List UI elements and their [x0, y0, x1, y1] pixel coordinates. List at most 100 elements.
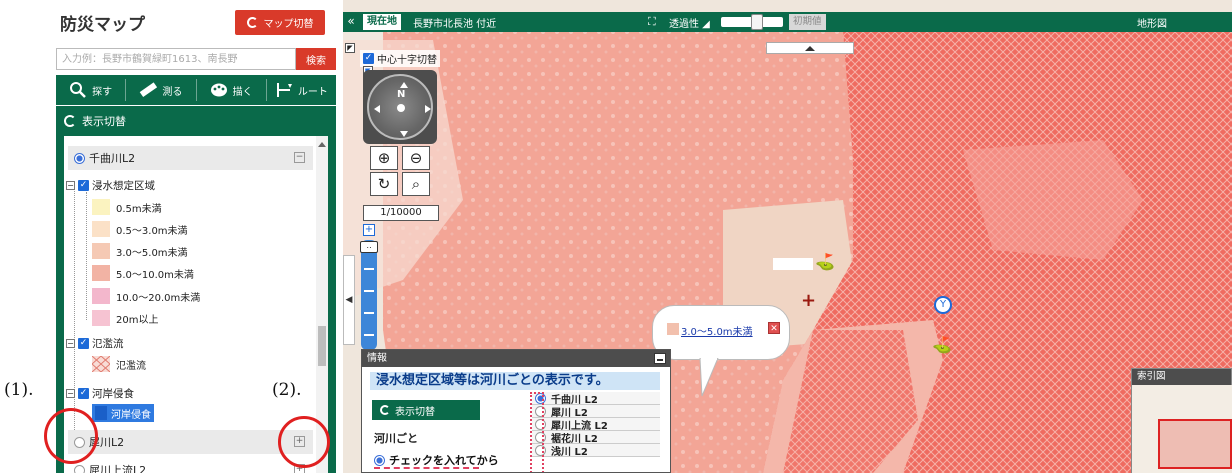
- facility-icon[interactable]: Y: [934, 296, 952, 314]
- compass-north-label: N: [397, 89, 406, 100]
- tree-collapse-icon[interactable]: −: [66, 181, 75, 190]
- app-title: 防災マップ: [60, 15, 145, 35]
- zoom-out-icon[interactable]: ⊖: [402, 146, 430, 170]
- legend-swatch-hatch: [92, 356, 110, 372]
- park-icon[interactable]: ⛳: [932, 335, 952, 354]
- checkbox-checked-icon[interactable]: ✓: [78, 338, 89, 349]
- current-location-text: 長野市北長池 付近: [413, 19, 497, 30]
- pan-left-icon[interactable]: [374, 105, 380, 113]
- center-cross-toggle[interactable]: ✓ 中心十字切替: [360, 50, 440, 67]
- search-input[interactable]: [56, 48, 296, 70]
- dashed-underline: [374, 467, 479, 469]
- legend-erosion-chip: 河岸侵食: [92, 404, 154, 422]
- info-list-highlight: [530, 392, 544, 472]
- popup-depth-link[interactable]: 3.0～5.0m未満: [681, 323, 753, 338]
- display-toggle-header[interactable]: 表示切替: [56, 106, 336, 136]
- transparency-label-text: 透過性: [669, 19, 699, 30]
- zoom-plus-icon[interactable]: +: [363, 224, 375, 236]
- side-collapse-tab[interactable]: ◀: [343, 255, 355, 345]
- current-location-button[interactable]: 現在地: [363, 14, 401, 30]
- layer-group-saigawa-upper[interactable]: 犀川上流L2 +: [68, 458, 313, 473]
- tool-draw-button[interactable]: 描く: [197, 79, 267, 101]
- annotation-circle-1: [44, 408, 98, 464]
- tool-draw-label: 描く: [232, 86, 253, 98]
- search-button[interactable]: 検索: [296, 48, 336, 70]
- scroll-up-icon[interactable]: [318, 142, 326, 147]
- tree-collapse-icon[interactable]: −: [66, 389, 75, 398]
- zoom-tick: [364, 268, 374, 270]
- chevron-up-icon: [805, 46, 815, 51]
- pan-down-icon[interactable]: [400, 131, 408, 137]
- layer-group-label: 千曲川L2: [89, 152, 136, 165]
- map-popup: 3.0～5.0m未満 ✕: [652, 305, 790, 360]
- crosshair-icon[interactable]: ⛶: [648, 14, 662, 30]
- radio-unselected-icon[interactable]: [74, 464, 85, 473]
- checkbox-checked-icon[interactable]: ✓: [78, 180, 89, 191]
- legend-item: 20m以上: [92, 310, 158, 326]
- index-map[interactable]: 索引図: [1131, 368, 1232, 473]
- index-map-viewport[interactable]: [1158, 419, 1232, 469]
- zoom-tick: [364, 334, 374, 336]
- transparency-slider[interactable]: [721, 14, 783, 30]
- legend-swatch: [92, 265, 110, 281]
- info-banner: 浸水想定区域等は河川ごとの表示です。: [370, 372, 660, 390]
- tool-route-label: ルート: [297, 86, 328, 98]
- navigation-pad[interactable]: N: [363, 70, 437, 144]
- zoom-area-icon[interactable]: ⌕: [402, 172, 430, 196]
- layer-flood-flow[interactable]: − ✓ 氾濫流: [66, 336, 124, 351]
- minimize-icon[interactable]: [654, 353, 666, 364]
- rotate-reset-icon[interactable]: ↻: [370, 172, 398, 196]
- map-switch-label: マップ切替: [263, 19, 314, 30]
- tool-search-button[interactable]: 探す: [56, 79, 127, 101]
- tool-measure-label: 測る: [162, 86, 183, 98]
- legend-label: 10.0～20.0m未満: [116, 292, 201, 304]
- layer-flood-flow-label: 氾濫流: [92, 338, 124, 350]
- collapse-icon[interactable]: −: [294, 152, 305, 163]
- radio-selected-icon[interactable]: [74, 152, 85, 164]
- legend-item: 0.5～3.0m未満: [92, 221, 188, 237]
- pan-right-icon[interactable]: [425, 105, 431, 113]
- info-panel-title: 情報: [367, 353, 387, 364]
- map-header-bar: 現在地 長野市北長池 付近 ⛶ 透過性 ◢ 初期値 地形図: [343, 12, 1232, 32]
- transparency-slider-knob[interactable]: [751, 14, 763, 30]
- tool-measure-button[interactable]: 測る: [126, 79, 197, 101]
- info-display-toggle-button[interactable]: 表示切替: [372, 400, 480, 420]
- checkbox-checked-icon[interactable]: ✓: [78, 388, 89, 399]
- legend-label: 0.5～3.0m未満: [116, 225, 188, 237]
- legend-label: 20m以上: [116, 314, 159, 326]
- legend-label: 氾濫流: [116, 360, 146, 372]
- center-cross-label: 中心十字切替: [377, 55, 437, 66]
- info-river-list: 千曲川 L2 犀川 L2 犀川上流 L2 裾花川 L2 浅川 L2: [532, 392, 660, 458]
- legend-swatch: [92, 199, 110, 215]
- tree-collapse-icon[interactable]: −: [66, 339, 75, 348]
- layer-erosion[interactable]: − ✓ 河岸侵食: [66, 386, 134, 401]
- pan-up-icon[interactable]: [400, 82, 408, 88]
- scroll-thumb[interactable]: [318, 326, 326, 366]
- annotation-label-1: (1).: [4, 380, 34, 400]
- layer-group-chikumagawa[interactable]: 千曲川L2 −: [68, 146, 313, 170]
- layer-group-saigawa[interactable]: 犀川L2 +: [68, 430, 313, 454]
- layer-inundation[interactable]: − ✓ 浸水想定区域: [66, 178, 155, 193]
- park-icon[interactable]: ⛳: [815, 252, 835, 271]
- tool-route-button[interactable]: ルート: [267, 79, 336, 101]
- map-top-toggle[interactable]: [766, 42, 854, 54]
- close-icon[interactable]: ✕: [768, 322, 780, 334]
- info-panel-header: 情報: [362, 350, 670, 367]
- legend-label: 河岸侵食: [111, 409, 151, 421]
- info-text-check-label: チェックを入れてから: [389, 454, 499, 467]
- legend-label: 0.5m未満: [116, 203, 162, 215]
- zoom-in-icon[interactable]: ⊕: [370, 146, 398, 170]
- collapse-sidebar-icon[interactable]: «: [344, 12, 358, 32]
- map-switch-button[interactable]: マップ切替: [235, 10, 325, 35]
- map-corner-icon[interactable]: ◤: [345, 43, 355, 53]
- zoom-slider-handle[interactable]: ‥: [360, 241, 378, 253]
- legend-swatch: [92, 288, 110, 304]
- compass-center[interactable]: [397, 104, 405, 112]
- checkbox-checked-icon[interactable]: ✓: [363, 53, 374, 64]
- basemap-label: 地形図: [1137, 19, 1167, 30]
- reset-transparency-button[interactable]: 初期値: [789, 14, 826, 30]
- refresh-icon: [64, 115, 76, 127]
- legend-swatch: [92, 243, 110, 259]
- index-map-body[interactable]: [1132, 385, 1232, 473]
- compass-icon[interactable]: N: [367, 74, 433, 140]
